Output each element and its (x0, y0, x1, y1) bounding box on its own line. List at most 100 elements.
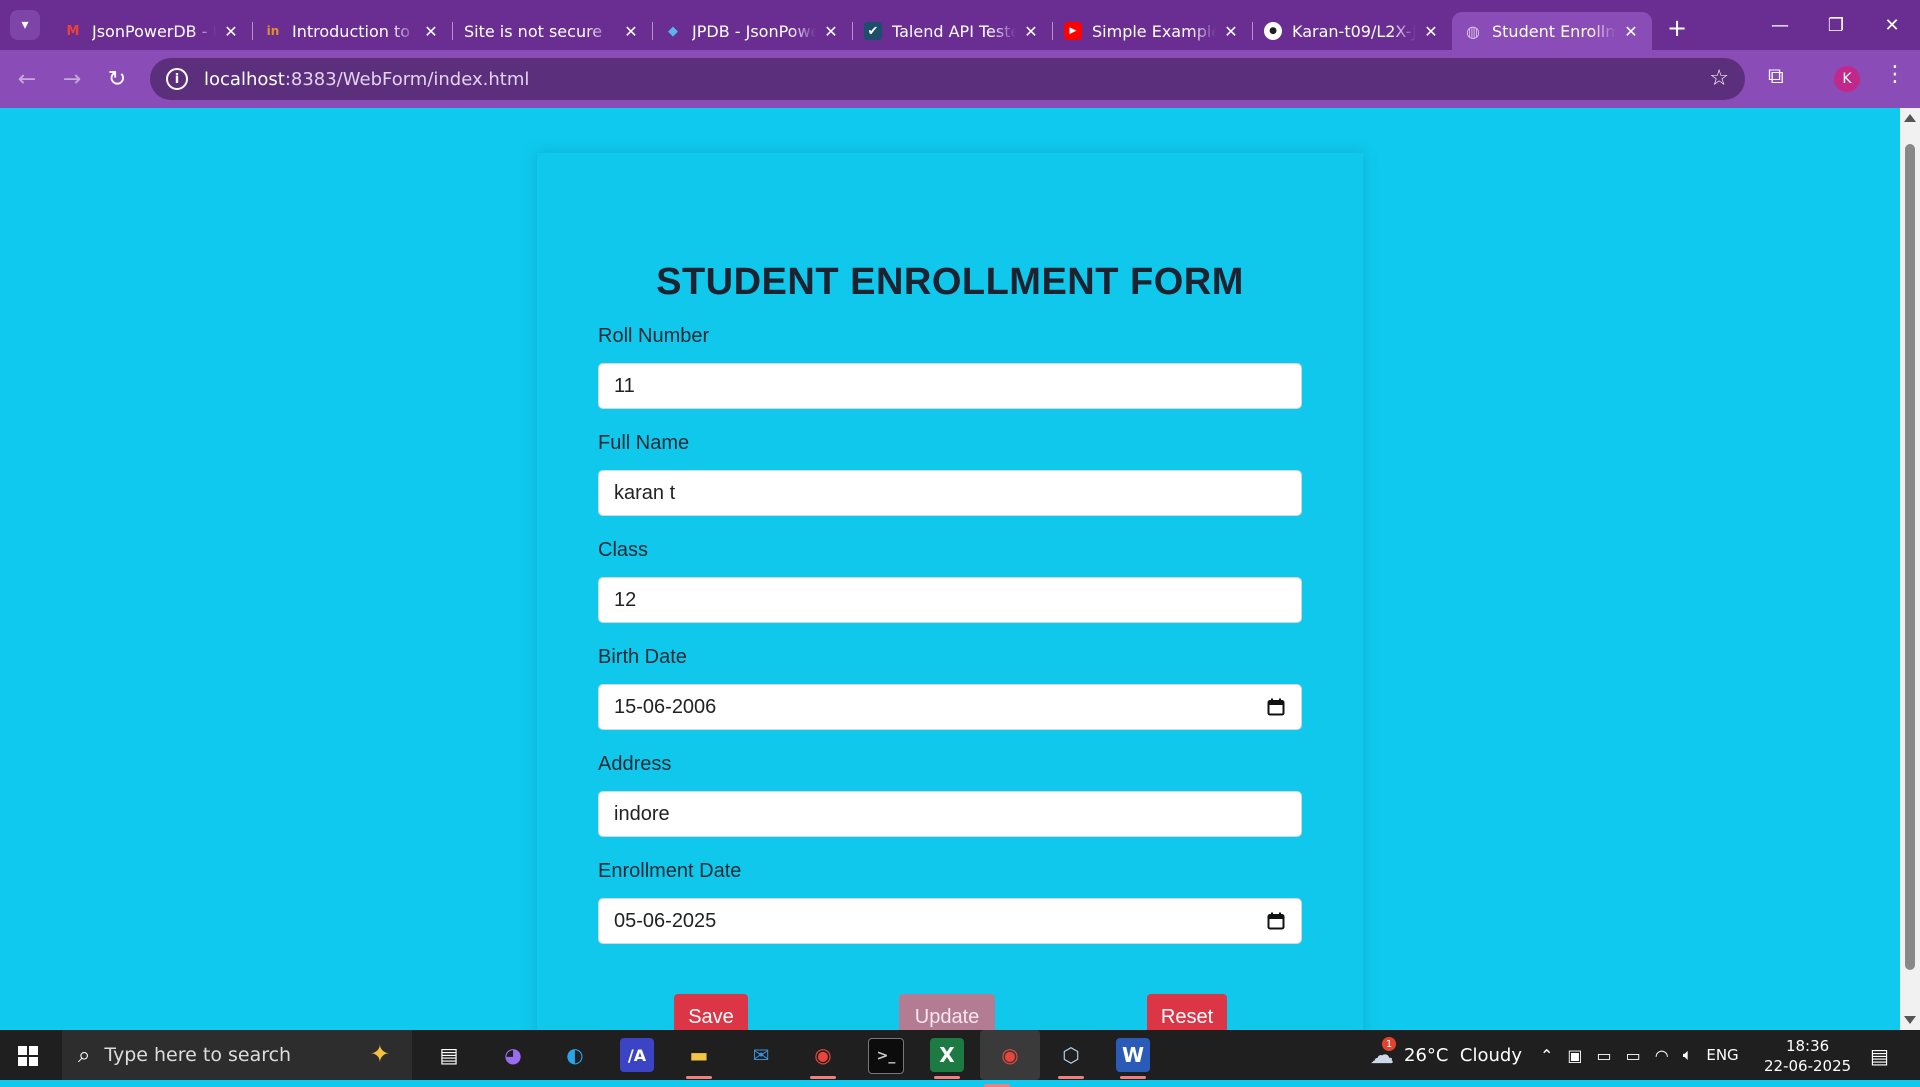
wifi-icon[interactable]: ◠ (1655, 1046, 1669, 1065)
more-menu-icon[interactable]: ⋮ (1884, 62, 1906, 87)
tab[interactable]: ◆ JPDB - JsonPowe ✕ (652, 12, 852, 50)
battery-icon[interactable]: ▭ (1626, 1046, 1641, 1065)
scroll-thumb[interactable] (1905, 144, 1915, 970)
tab[interactable]: ● Karan-t09/L2X-J ✕ (1252, 12, 1452, 50)
roll-number-label: Roll Number (598, 325, 710, 347)
forward-icon[interactable]: → (57, 64, 87, 94)
chrome-profile-icon[interactable]: ◉ (980, 1030, 1040, 1087)
weather-widget[interactable]: ☁ 1 26°C Cloudy (1370, 1030, 1522, 1080)
close-window-icon[interactable]: ✕ (1864, 0, 1920, 50)
address-bar[interactable]: i localhost:8383/WebForm/index.html ☆ (150, 58, 1745, 100)
instructure-icon: in (266, 24, 280, 38)
full-name-input[interactable]: karan t (598, 470, 1302, 516)
tab[interactable]: ✔ Talend API Tester ✕ (852, 12, 1052, 50)
file-explorer-icon[interactable]: ▬ (682, 1038, 716, 1079)
url-host: localhost (204, 68, 285, 90)
copilot-sparkle-icon: ✦ (369, 1040, 390, 1068)
devtool-app-icon[interactable]: /A (620, 1038, 654, 1072)
meet-icon[interactable]: ▣ (1567, 1046, 1582, 1065)
close-icon[interactable]: ✕ (1022, 22, 1040, 41)
tab[interactable]: ▶ Simple Example ✕ (1052, 12, 1252, 50)
url-text[interactable]: localhost:8383/WebForm/index.html (204, 69, 529, 90)
close-icon[interactable]: ✕ (1222, 22, 1240, 41)
tab[interactable]: Site is not secure ✕ (452, 12, 652, 50)
task-view-icon[interactable]: ▤ (432, 1038, 466, 1072)
word-icon[interactable]: W (1116, 1038, 1150, 1079)
enrollment-date-value: 05-06-2025 (614, 909, 717, 932)
reload-icon[interactable]: ↻ (102, 64, 132, 94)
address-label: Address (598, 753, 672, 775)
display-icon[interactable]: ▭ (1597, 1046, 1612, 1065)
restore-icon[interactable]: ❐ (1808, 0, 1864, 50)
reset-button[interactable]: Reset (1147, 994, 1227, 1030)
info-icon[interactable]: i (166, 68, 188, 90)
taskbar-search-box[interactable]: ⌕ Type here to search ✦ (62, 1030, 412, 1080)
close-icon[interactable]: ✕ (1422, 22, 1440, 41)
tab[interactable]: in Introduction to J ✕ (252, 12, 452, 50)
full-name-value: karan t (614, 481, 676, 504)
scroll-down-icon[interactable] (1904, 1016, 1916, 1024)
calendar-icon[interactable] (1267, 912, 1285, 930)
close-icon[interactable]: ✕ (622, 22, 640, 41)
birth-date-value: 15-06-2006 (614, 695, 717, 718)
edge-icon[interactable]: ◐ (558, 1038, 592, 1072)
terminal-icon[interactable]: >_ (868, 1038, 904, 1074)
notification-icon[interactable]: ▤ (1870, 1044, 1889, 1068)
enrollment-form-card: STUDENT ENROLLMENT FORM Roll Number 11 F… (537, 153, 1363, 1030)
weather-text: 26°C Cloudy (1404, 1044, 1522, 1066)
windows-taskbar: ⌕ Type here to search ✦ ▤ ◕ ◐ /A ▬ ✉ ◉ >… (0, 1030, 1920, 1087)
language-indicator[interactable]: ENG (1706, 1046, 1738, 1064)
address-input[interactable]: indore (598, 791, 1302, 837)
extensions-puzzle-icon[interactable]: ⧉ (1768, 64, 1784, 89)
clock-date: 22-06-2025 (1764, 1057, 1852, 1075)
chevron-down-icon: ▾ (21, 17, 29, 33)
page-scrollbar[interactable] (1900, 108, 1920, 1030)
bookmark-star-icon[interactable]: ☆ (1709, 66, 1729, 91)
netbeans-icon[interactable]: ⬡ (1054, 1038, 1088, 1079)
chevron-up-icon[interactable]: ⌃ (1540, 1046, 1553, 1065)
close-icon[interactable]: ✕ (1622, 22, 1640, 41)
save-button[interactable]: Save (674, 994, 748, 1030)
birth-date-label: Birth Date (598, 646, 687, 668)
globe-icon: ◍ (1466, 21, 1480, 41)
excel-icon[interactable]: X (930, 1038, 964, 1079)
close-icon[interactable]: ✕ (422, 22, 440, 41)
roll-number-input[interactable]: 11 (598, 363, 1302, 409)
birth-date-input[interactable]: 15-06-2006 (598, 684, 1302, 730)
close-icon[interactable]: ✕ (222, 22, 240, 41)
tab[interactable]: M JsonPowerDB - U ✕ (52, 12, 252, 50)
gmail-icon: M (66, 23, 80, 39)
tab-active[interactable]: ◍ Student Enrollm ✕ (1452, 12, 1652, 50)
close-icon[interactable]: ✕ (822, 22, 840, 41)
update-button[interactable]: Update (899, 994, 995, 1030)
enrollment-date-label: Enrollment Date (598, 860, 742, 882)
page-viewport: STUDENT ENROLLMENT FORM Roll Number 11 F… (0, 108, 1900, 1030)
calendar-icon[interactable] (1267, 698, 1285, 716)
class-input[interactable]: 12 (598, 577, 1302, 623)
jpdb-icon: ◆ (668, 23, 678, 39)
class-value: 12 (614, 588, 637, 611)
tab-title: Student Enrollm (1492, 21, 1616, 41)
minimize-icon[interactable]: — (1752, 0, 1808, 50)
copilot-app-icon[interactable]: ◕ (496, 1038, 530, 1072)
chrome-icon[interactable]: ◉ (806, 1038, 840, 1079)
windows-start-icon[interactable] (18, 1046, 38, 1066)
profile-avatar[interactable]: K (1834, 66, 1860, 92)
youtube-icon: ▶ (1064, 22, 1082, 40)
tab-title: JPDB - JsonPowe (692, 21, 816, 41)
enrollment-date-input[interactable]: 05-06-2025 (598, 898, 1302, 944)
clock[interactable]: 18:36 22-06-2025 (1764, 1036, 1851, 1076)
tab-title: JsonPowerDB - U (92, 21, 216, 41)
url-path: :8383/WebForm/index.html (284, 68, 530, 90)
new-tab-button[interactable]: + (1662, 14, 1692, 50)
search-icon: ⌕ (78, 1042, 91, 1068)
browser-tab-strip: ▾ M JsonPowerDB - U ✕ in Introduction to… (0, 0, 1920, 50)
tab-title: Karan-t09/L2X-J (1292, 21, 1416, 41)
tab-search-button[interactable]: ▾ (10, 10, 40, 40)
mail-icon[interactable]: ✉ (744, 1038, 778, 1072)
volume-icon[interactable]: 🔈︎ (1683, 1045, 1693, 1065)
full-name-label: Full Name (598, 432, 690, 454)
back-icon[interactable]: ← (12, 64, 42, 94)
form-title: STUDENT ENROLLMENT FORM (656, 261, 1244, 303)
scroll-up-icon[interactable] (1904, 114, 1916, 122)
